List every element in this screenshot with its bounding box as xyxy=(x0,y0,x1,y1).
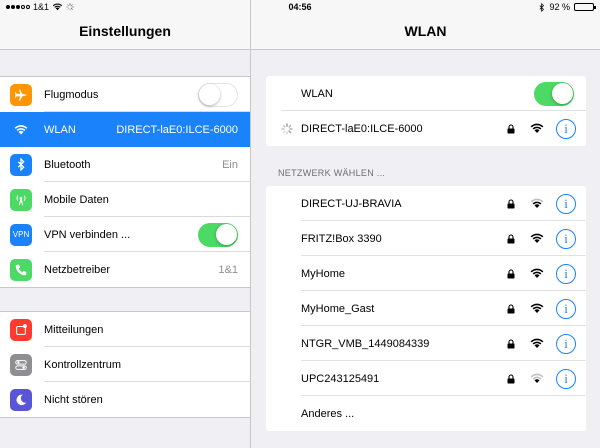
wifi-signal-icon xyxy=(530,373,544,383)
master-title: Einstellungen xyxy=(79,23,171,39)
carrier-label: 1&1 xyxy=(33,2,50,12)
wifi-signal-icon xyxy=(530,268,544,278)
settings-row-airplane-mode[interactable]: Flugmodus xyxy=(0,77,250,112)
bluetooth-value: Ein xyxy=(222,158,238,171)
phone-icon xyxy=(10,258,32,281)
info-icon[interactable]: i xyxy=(556,298,576,319)
vpn-label: VPN verbinden ... xyxy=(44,228,131,241)
settings-group-system: Mitteilungen Kontrollzentrum Nicht störe… xyxy=(0,311,250,418)
bluetooth-icon xyxy=(10,153,32,176)
settings-row-carrier[interactable]: Netzbetreiber 1&1 xyxy=(0,252,250,287)
info-icon[interactable]: i xyxy=(556,193,576,214)
info-icon[interactable]: i xyxy=(556,118,576,139)
wlan-value: DIRECT-laE0:ILCE-6000 xyxy=(116,123,238,136)
notifications-label: Mitteilungen xyxy=(44,323,104,336)
settings-row-control-center[interactable]: Kontrollzentrum xyxy=(0,347,250,382)
wifi-signal-icon xyxy=(530,123,544,133)
lock-icon xyxy=(507,123,515,133)
wlan-toggle-row: WLAN xyxy=(266,76,586,111)
wifi-signal-icon xyxy=(530,233,544,243)
mobile-data-label: Mobile Daten xyxy=(44,193,109,206)
lock-icon xyxy=(507,198,515,208)
connected-network-name: DIRECT-laE0:ILCE-6000 xyxy=(301,122,423,135)
wlan-detail-pane: WLAN WLAN DIRECT-laE0:ILCE-6000 i NETZWE… xyxy=(251,0,600,448)
wifi-icon xyxy=(10,118,32,141)
lock-icon xyxy=(507,303,515,313)
bluetooth-status-icon xyxy=(539,2,545,12)
moon-icon xyxy=(10,388,32,411)
settings-row-vpn[interactable]: VPN VPN verbinden ... xyxy=(0,217,250,252)
connecting-spinner-icon xyxy=(281,122,293,135)
network-row[interactable]: MyHome_Gast i xyxy=(266,291,586,326)
settings-group-connectivity: Flugmodus WLAN DIRECT-laE0:ILCE-6000 Blu… xyxy=(0,76,250,288)
wifi-signal-icon xyxy=(530,338,544,348)
info-icon[interactable]: i xyxy=(556,228,576,249)
status-bar: 1&1 04:56 92 % xyxy=(0,0,600,14)
wlan-toggle-label: WLAN xyxy=(301,87,333,100)
wlan-label: WLAN xyxy=(44,123,76,136)
bluetooth-label: Bluetooth xyxy=(44,158,91,171)
carrier-row-label: Netzbetreiber xyxy=(44,263,111,276)
status-right: 92 % xyxy=(539,2,596,12)
network-row[interactable]: DIRECT-UJ-BRAVIA i xyxy=(266,186,586,221)
other-network-label: Anderes ... xyxy=(301,407,355,420)
do-not-disturb-label: Nicht stören xyxy=(44,393,103,406)
signal-strength-icon xyxy=(6,5,30,9)
choose-network-section-label: NETZWERK WÄHLEN ... xyxy=(278,168,386,178)
network-name: MyHome_Gast xyxy=(301,302,375,315)
other-network-row[interactable]: Anderes ... xyxy=(266,396,586,431)
battery-percent: 92 % xyxy=(549,2,570,12)
vpn-toggle[interactable] xyxy=(198,222,238,247)
airplane-icon xyxy=(10,83,32,106)
network-name: DIRECT-UJ-BRAVIA xyxy=(301,197,402,210)
info-icon[interactable]: i xyxy=(556,263,576,284)
status-wifi-icon xyxy=(52,3,63,11)
activity-spinner-icon xyxy=(66,3,74,11)
settings-row-wlan[interactable]: WLAN DIRECT-laE0:ILCE-6000 xyxy=(0,112,250,147)
network-name: MyHome xyxy=(301,267,346,280)
settings-row-do-not-disturb[interactable]: Nicht stören xyxy=(0,382,250,417)
info-icon[interactable]: i xyxy=(556,333,576,354)
carrier-row-value: 1&1 xyxy=(218,263,238,276)
wifi-signal-icon xyxy=(530,198,544,208)
network-row[interactable]: FRITZ!Box 3390 i xyxy=(266,221,586,256)
network-row[interactable]: NTGR_VMB_1449084339 i xyxy=(266,326,586,361)
detail-title: WLAN xyxy=(404,23,447,39)
ipad-screen: 1&1 04:56 92 % Einstellungen Flugmodus W… xyxy=(0,0,600,448)
network-row[interactable]: MyHome i xyxy=(266,256,586,291)
lock-icon xyxy=(507,233,515,243)
wifi-signal-icon xyxy=(530,303,544,313)
wlan-status-group: WLAN DIRECT-laE0:ILCE-6000 i xyxy=(266,76,586,146)
battery-icon xyxy=(574,3,596,11)
lock-icon xyxy=(507,373,515,383)
info-icon[interactable]: i xyxy=(556,368,576,389)
airplane-mode-label: Flugmodus xyxy=(44,88,99,101)
settings-row-notifications[interactable]: Mitteilungen xyxy=(0,312,250,347)
clock: 04:56 xyxy=(288,2,312,12)
network-row[interactable]: UPC243125491 i xyxy=(266,361,586,396)
network-name: NTGR_VMB_1449084339 xyxy=(301,337,430,350)
settings-master-pane: Einstellungen Flugmodus WLAN DIRECT-laE0… xyxy=(0,0,251,448)
connected-network-row[interactable]: DIRECT-laE0:ILCE-6000 i xyxy=(266,111,586,146)
network-name: UPC243125491 xyxy=(301,372,380,385)
network-name: FRITZ!Box 3390 xyxy=(301,232,382,245)
networks-list: DIRECT-UJ-BRAVIA i FRITZ!Box 3390 i MyHo… xyxy=(266,186,586,431)
vpn-icon: VPN xyxy=(10,223,32,246)
notifications-icon xyxy=(10,318,32,341)
lock-icon xyxy=(507,338,515,348)
settings-row-bluetooth[interactable]: Bluetooth Ein xyxy=(0,147,250,182)
settings-row-mobile-data[interactable]: Mobile Daten xyxy=(0,182,250,217)
status-left: 1&1 xyxy=(6,2,74,12)
airplane-mode-toggle[interactable] xyxy=(198,82,238,107)
wlan-toggle[interactable] xyxy=(534,81,574,106)
control-center-label: Kontrollzentrum xyxy=(44,358,122,371)
control-center-icon xyxy=(10,353,32,376)
lock-icon xyxy=(507,268,515,278)
cellular-icon xyxy=(10,188,32,211)
